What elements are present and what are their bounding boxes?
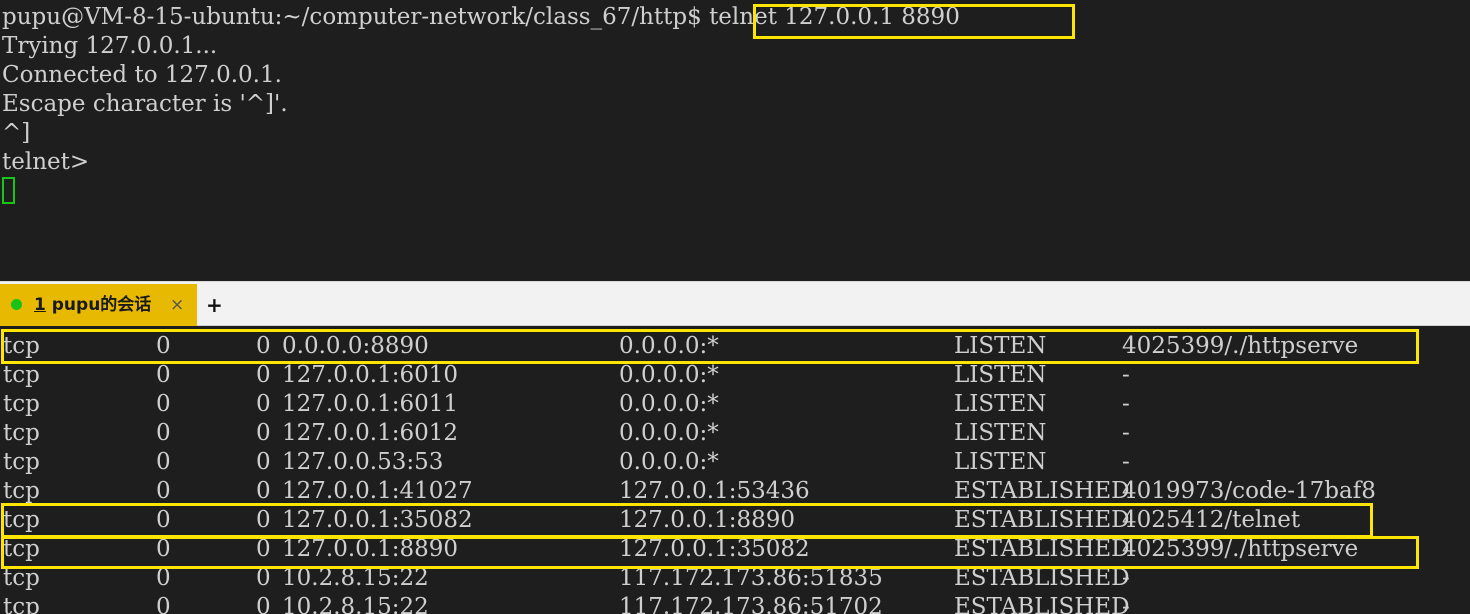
netstat-proto-cell: tcp bbox=[3, 391, 40, 417]
netstat-send-cell: 0 bbox=[256, 449, 271, 475]
terminal-output-line: telnet> bbox=[2, 149, 90, 175]
netstat-send-cell: 0 bbox=[256, 594, 271, 614]
netstat-pid-cell: - bbox=[1122, 420, 1130, 446]
table-row: tcp 0 0 127.0.0.1:35082 127.0.0.1:8890 ESTABL… bbox=[0, 506, 1470, 535]
netstat-send-cell: 0 bbox=[256, 333, 271, 359]
terminal-prompt: pupu@VM-8-15-ubuntu:~/computer-network/c… bbox=[2, 4, 710, 30]
netstat-proto-cell: tcp bbox=[3, 478, 40, 504]
netstat-send-cell: 0 bbox=[256, 536, 271, 562]
netstat-pid-cell: - bbox=[1122, 362, 1130, 388]
terminal-cursor bbox=[2, 177, 15, 204]
add-tab-button[interactable]: + bbox=[206, 284, 223, 326]
netstat-state-cell: LISTEN bbox=[954, 391, 1047, 417]
netstat-foreign-cell: 117.172.173.86:51702 bbox=[619, 594, 883, 614]
netstat-recv-cell: 0 bbox=[156, 507, 171, 533]
netstat-recv-cell: 0 bbox=[156, 420, 171, 446]
netstat-local-cell: 127.0.0.1:35082 bbox=[282, 507, 473, 533]
terminal-prompt-line: pupu@VM-8-15-ubuntu:~/computer-network/c… bbox=[2, 3, 960, 32]
netstat-proto-cell: tcp bbox=[3, 507, 40, 533]
bottom-terminal-pane[interactable]: tcp 0 0 0.0.0.0:8890 0.0.0.0:* LISTEN 4025399/… bbox=[0, 326, 1470, 614]
netstat-proto-cell: tcp bbox=[3, 449, 40, 475]
netstat-local-cell: 127.0.0.1:8890 bbox=[282, 536, 459, 562]
table-row: tcp 0 0 127.0.0.1:41027 127.0.0.1:53436 ESTAB… bbox=[0, 477, 1470, 506]
netstat-local-cell: 127.0.0.1:41027 bbox=[282, 478, 473, 504]
netstat-send-cell: 0 bbox=[256, 565, 271, 591]
table-row: tcp 0 0 127.0.0.53:53 0.0.0.0:* LISTEN - bbox=[0, 448, 1470, 477]
netstat-foreign-cell: 0.0.0.0:* bbox=[619, 391, 719, 417]
netstat-recv-cell: 0 bbox=[156, 565, 171, 591]
netstat-foreign-cell: 0.0.0.0:* bbox=[619, 333, 719, 359]
netstat-pid-cell: - bbox=[1122, 391, 1130, 417]
top-terminal-pane[interactable]: pupu@VM-8-15-ubuntu:~/computer-network/c… bbox=[0, 0, 1470, 281]
netstat-send-cell: 0 bbox=[256, 507, 271, 533]
netstat-recv-cell: 0 bbox=[156, 536, 171, 562]
netstat-local-cell: 127.0.0.1:6010 bbox=[282, 362, 459, 388]
netstat-state-cell: LISTEN bbox=[954, 362, 1047, 388]
table-row: tcp 0 0 0.0.0.0:8890 0.0.0.0:* LISTEN 4025399/… bbox=[0, 332, 1470, 361]
terminal-output-line: Connected to 127.0.0.1. bbox=[2, 62, 282, 88]
netstat-state-cell: ESTABLISHED bbox=[954, 478, 1130, 504]
netstat-state-cell: LISTEN bbox=[954, 420, 1047, 446]
netstat-foreign-cell: 117.172.173.86:51835 bbox=[619, 565, 883, 591]
netstat-recv-cell: 0 bbox=[156, 391, 171, 417]
session-tab-label: 1 pupu的会话 bbox=[34, 295, 152, 315]
netstat-state-cell: ESTABLISHED bbox=[954, 565, 1130, 591]
netstat-local-cell: 127.0.0.1:6011 bbox=[282, 391, 459, 417]
terminal-output-line: Trying 127.0.0.1... bbox=[2, 33, 218, 59]
netstat-local-cell: 127.0.0.1:6012 bbox=[282, 420, 459, 446]
netstat-local-cell: 10.2.8.15:22 bbox=[282, 565, 429, 591]
netstat-local-cell: 10.2.8.15:22 bbox=[282, 594, 429, 614]
terminal-output-line: Escape character is '^]'. bbox=[2, 91, 288, 117]
netstat-send-cell: 0 bbox=[256, 362, 271, 388]
netstat-foreign-cell: 127.0.0.1:35082 bbox=[619, 536, 810, 562]
netstat-proto-cell: tcp bbox=[3, 594, 40, 614]
netstat-recv-cell: 0 bbox=[156, 362, 171, 388]
session-tab-bar: 1 pupu的会话 × + bbox=[0, 281, 1470, 326]
table-row: tcp 0 0 10.2.8.15:22 117.172.173.86:51702 EST… bbox=[0, 593, 1470, 614]
table-row: tcp 0 0 127.0.0.1:6012 0.0.0.0:* LISTEN - bbox=[0, 419, 1470, 448]
netstat-pid-cell: 4025399/./httpserve bbox=[1122, 536, 1359, 562]
netstat-foreign-cell: 127.0.0.1:53436 bbox=[619, 478, 810, 504]
netstat-state-cell: ESTABLISHED bbox=[954, 507, 1130, 533]
terminal-output-line: ^] bbox=[2, 120, 31, 146]
netstat-foreign-cell: 127.0.0.1:8890 bbox=[619, 507, 796, 533]
netstat-state-cell: LISTEN bbox=[954, 333, 1047, 359]
netstat-recv-cell: 0 bbox=[156, 594, 171, 614]
netstat-recv-cell: 0 bbox=[156, 449, 171, 475]
netstat-pid-cell: 4019973/code-17baf8 bbox=[1122, 478, 1376, 504]
session-tab[interactable]: 1 pupu的会话 × bbox=[0, 284, 197, 326]
table-row: tcp 0 0 127.0.0.1:8890 127.0.0.1:35082 ESTABL… bbox=[0, 535, 1470, 564]
netstat-state-cell: ESTABLISHED bbox=[954, 594, 1130, 614]
netstat-send-cell: 0 bbox=[256, 420, 271, 446]
netstat-local-cell: 127.0.0.53:53 bbox=[282, 449, 444, 475]
terminal-command: telnet 127.0.0.1 8890 bbox=[709, 4, 960, 30]
table-row: tcp 0 0 127.0.0.1:6011 0.0.0.0:* LISTEN - bbox=[0, 390, 1470, 419]
netstat-proto-cell: tcp bbox=[3, 362, 40, 388]
netstat-recv-cell: 0 bbox=[156, 333, 171, 359]
netstat-recv-cell: 0 bbox=[156, 478, 171, 504]
netstat-proto-cell: tcp bbox=[3, 565, 40, 591]
netstat-proto-cell: tcp bbox=[3, 333, 40, 359]
netstat-pid-cell: - bbox=[1122, 594, 1130, 614]
netstat-pid-cell: - bbox=[1122, 565, 1130, 591]
netstat-pid-cell: 4025399/./httpserve bbox=[1122, 333, 1359, 359]
close-icon[interactable]: × bbox=[170, 284, 184, 326]
connected-status-icon bbox=[11, 299, 22, 310]
netstat-send-cell: 0 bbox=[256, 478, 271, 504]
netstat-pid-cell: 4025412/telnet bbox=[1122, 507, 1301, 533]
netstat-proto-cell: tcp bbox=[3, 536, 40, 562]
netstat-state-cell: ESTABLISHED bbox=[954, 536, 1130, 562]
netstat-pid-cell: - bbox=[1122, 449, 1130, 475]
table-row: tcp 0 0 127.0.0.1:6010 0.0.0.0:* LISTEN - bbox=[0, 361, 1470, 390]
netstat-local-cell: 0.0.0.0:8890 bbox=[282, 333, 429, 359]
netstat-foreign-cell: 0.0.0.0:* bbox=[619, 362, 719, 388]
table-row: tcp 0 0 10.2.8.15:22 117.172.173.86:51835 EST… bbox=[0, 564, 1470, 593]
netstat-foreign-cell: 0.0.0.0:* bbox=[619, 449, 719, 475]
netstat-proto-cell: tcp bbox=[3, 420, 40, 446]
netstat-send-cell: 0 bbox=[256, 391, 271, 417]
netstat-foreign-cell: 0.0.0.0:* bbox=[619, 420, 719, 446]
netstat-state-cell: LISTEN bbox=[954, 449, 1047, 475]
